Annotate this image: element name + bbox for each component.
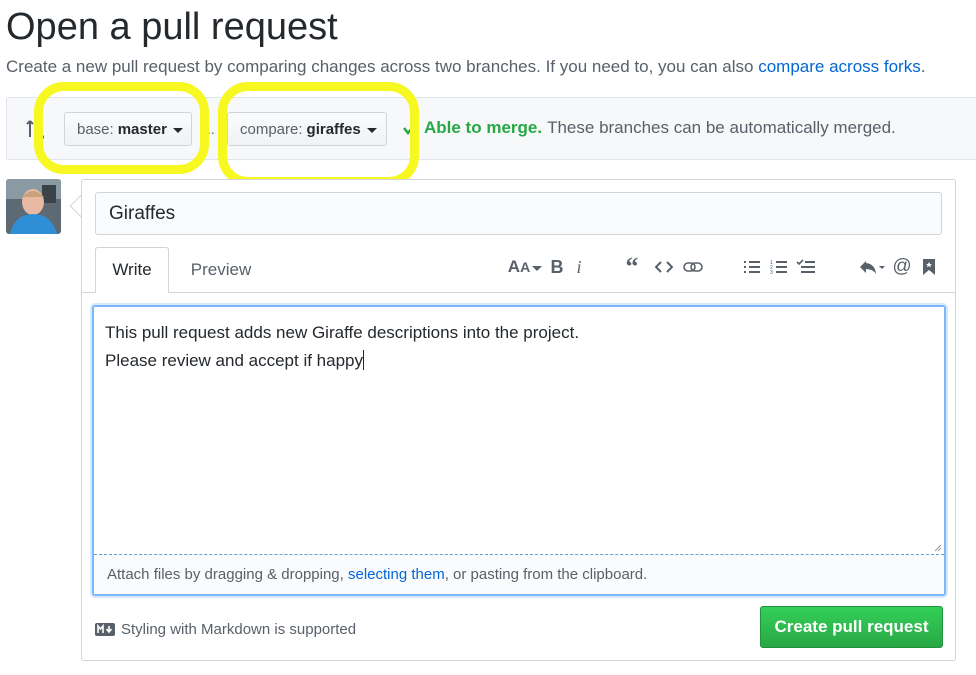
base-branch-selector[interactable]: base: master <box>64 112 192 146</box>
merge-status: Able to merge. These branches can be aut… <box>403 118 896 138</box>
compare-across-forks-link[interactable]: compare across forks <box>758 57 921 76</box>
compare-prefix: compare: <box>240 120 303 138</box>
quote-icon[interactable]: “ <box>620 252 644 281</box>
check-icon <box>403 121 418 135</box>
base-branch-name: master <box>117 120 167 138</box>
tab-write[interactable]: Write <box>95 247 169 293</box>
task-list-icon[interactable] <box>793 256 819 278</box>
chevron-down-icon <box>366 127 377 133</box>
markdown-note-text: Styling with Markdown is supported <box>121 621 357 638</box>
avatar-image <box>6 179 61 234</box>
mention-icon[interactable]: @ <box>890 256 914 278</box>
pr-title-input[interactable] <box>95 192 942 235</box>
resize-handle-icon[interactable] <box>934 544 942 552</box>
compare-branch-selector[interactable]: compare: giraffes <box>227 112 387 146</box>
selecting-them-link[interactable]: selecting them <box>348 566 445 583</box>
bold-icon[interactable]: B <box>547 256 567 278</box>
svg-text:3: 3 <box>770 270 773 275</box>
markdown-support-note[interactable]: Styling with Markdown is supported <box>95 621 356 638</box>
text-size-icon[interactable]: AA <box>507 256 543 278</box>
range-separator: ... <box>203 121 215 137</box>
link-icon[interactable] <box>681 256 705 278</box>
branch-range-bar: base: master ... compare: giraffes Able to… <box>6 97 976 160</box>
avatar[interactable] <box>6 179 61 234</box>
pr-body-line-1: This pull request adds new Giraffe descr… <box>105 323 580 342</box>
merge-status-label: Able to merge. <box>424 118 543 137</box>
create-pull-request-button[interactable]: Create pull request <box>760 606 943 648</box>
pr-body-text[interactable]: This pull request adds new Giraffe descr… <box>105 319 579 375</box>
merge-status-message: These branches can be automatically merg… <box>547 118 896 137</box>
attach-suffix: , or pasting from the clipboard. <box>444 566 648 583</box>
base-prefix: base: <box>77 120 114 138</box>
chevron-down-icon <box>172 127 183 133</box>
subtitle-end: . <box>920 57 926 76</box>
attach-prefix: Attach files by dragging & dropping, <box>107 566 348 583</box>
attach-files-bar[interactable]: Attach files by dragging & dropping, sel… <box>94 554 944 594</box>
italic-icon[interactable]: i <box>570 256 588 278</box>
bullet-list-icon[interactable] <box>740 256 764 278</box>
numbered-list-icon[interactable]: 123 <box>767 256 791 278</box>
subtitle-text: Create a new pull request by comparing c… <box>6 57 759 76</box>
text-cursor <box>363 350 364 370</box>
pr-body-textarea[interactable]: This pull request adds new Giraffe descr… <box>92 305 946 596</box>
code-icon[interactable] <box>652 256 676 278</box>
pr-body-line-2: Please review and accept if happy <box>105 351 363 370</box>
reply-icon[interactable] <box>856 256 888 278</box>
page-subtitle: Create a new pull request by comparing c… <box>6 57 925 77</box>
compare-branches-icon <box>26 118 44 139</box>
tab-preview[interactable]: Preview <box>176 247 266 293</box>
markdown-icon <box>95 623 115 636</box>
compare-branch-name: giraffes <box>306 120 361 138</box>
bookmark-icon[interactable] <box>918 256 940 278</box>
page-title: Open a pull request <box>6 6 338 48</box>
pull-request-form: Write Preview AA B i “ 123 @ This pull r… <box>81 179 956 661</box>
